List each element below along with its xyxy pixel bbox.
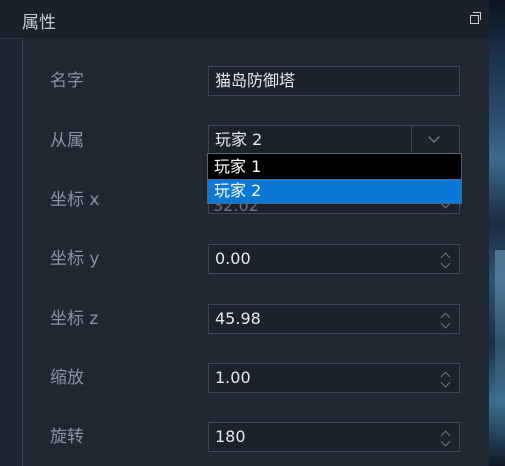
coord-y-value: 0.00 — [215, 249, 251, 268]
owner-select[interactable]: 玩家 2 — [208, 125, 460, 155]
panel-title: 属性 — [22, 13, 56, 33]
rotation-label: 旋转 — [50, 427, 84, 447]
owner-dropdown-list: 玩家 1 玩家 2 — [207, 153, 462, 204]
owner-dropdown-button[interactable] — [411, 126, 459, 154]
owner-option-player-1[interactable]: 玩家 1 — [208, 155, 461, 179]
coord-x-label: 坐标 x — [50, 190, 100, 210]
owner-selected-value: 玩家 2 — [215, 130, 263, 149]
coord-y-label: 坐标 y — [50, 249, 100, 269]
properties-panel: 属性 名字 猫岛防御塔 从属 玩家 2 坐标 x 32.02 坐标 y 0.00… — [0, 0, 490, 466]
coord-z-value: 45.98 — [215, 309, 261, 328]
name-value: 猫岛防御塔 — [215, 71, 296, 90]
rotation-field[interactable]: 180 — [208, 422, 460, 452]
coord-z-field[interactable]: 45.98 — [208, 304, 460, 334]
scale-field[interactable]: 1.00 — [208, 363, 460, 393]
coord-z-spinner-icon[interactable] — [440, 311, 451, 329]
name-field[interactable]: 猫岛防御塔 — [208, 66, 460, 96]
scale-spinner-icon[interactable] — [440, 370, 451, 388]
coord-y-field[interactable]: 0.00 — [208, 244, 460, 274]
panel-titlebar: 属性 — [0, 0, 489, 39]
scene-viewport-edge — [489, 0, 505, 466]
scale-value: 1.00 — [215, 368, 251, 387]
coord-z-label: 坐标 z — [50, 309, 99, 329]
restore-window-icon[interactable] — [469, 11, 483, 25]
owner-label: 从属 — [50, 131, 84, 151]
name-label: 名字 — [50, 71, 84, 91]
owner-option-player-2[interactable]: 玩家 2 — [208, 179, 461, 203]
scale-label: 缩放 — [50, 368, 84, 388]
chevron-down-icon — [428, 131, 440, 143]
rotation-value: 180 — [215, 427, 246, 446]
coord-y-spinner-icon[interactable] — [440, 251, 451, 269]
rotation-spinner-icon[interactable] — [440, 429, 451, 447]
